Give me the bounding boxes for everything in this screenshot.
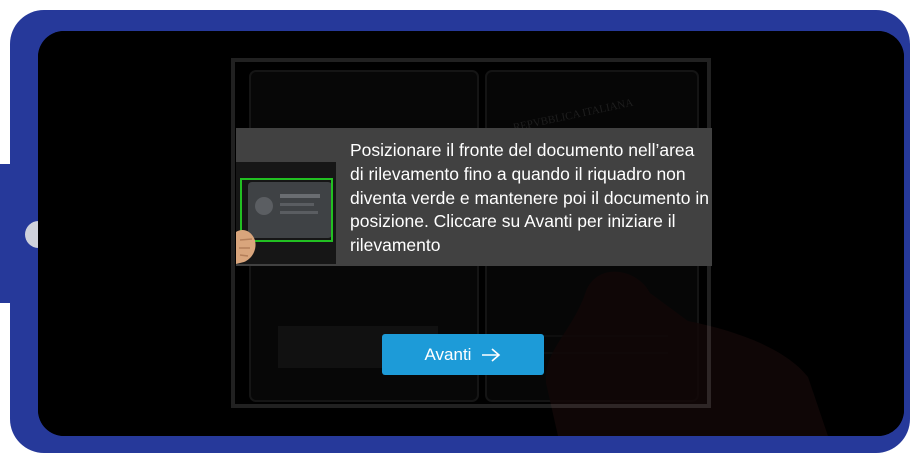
instruction-text: Posizionare il fronte del documento nell…	[350, 140, 709, 256]
next-button[interactable]: Avanti	[382, 334, 544, 375]
arrow-right-icon	[482, 347, 501, 362]
document-scan-example-icon	[236, 162, 336, 264]
camera-preview: REPVBBLICA ITALIANA Posizionare il front…	[38, 31, 904, 436]
next-button-label: Avanti	[424, 344, 472, 364]
